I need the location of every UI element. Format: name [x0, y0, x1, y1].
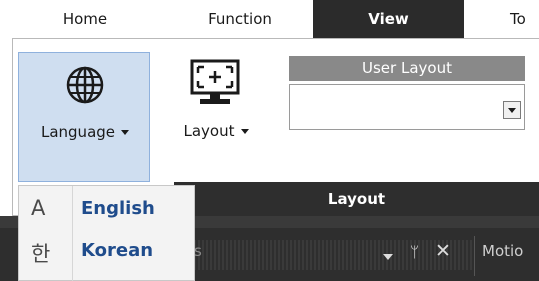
tab-home[interactable]: Home — [30, 0, 140, 38]
dock-panel-title: s — [194, 242, 202, 260]
chevron-down-icon — [121, 130, 130, 135]
tab-view[interactable]: View — [313, 0, 464, 38]
tab-function[interactable]: Function — [175, 0, 305, 38]
tab-tool[interactable]: To — [500, 0, 539, 38]
layout-group-label: Layout — [174, 182, 539, 216]
user-layout-header: User Layout — [289, 56, 525, 81]
tab-motion[interactable]: Motio — [482, 242, 523, 260]
monitor-layout-icon — [190, 59, 240, 104]
chevron-down-icon — [240, 129, 249, 134]
ribbon-tab-bar: Home Function View To — [0, 0, 539, 38]
menu-item-label: English — [81, 198, 155, 219]
english-letter-icon: A — [31, 196, 46, 220]
language-button[interactable]: Language — [18, 52, 150, 182]
language-menu: A English 한 Korean — [18, 185, 195, 281]
close-icon[interactable]: ✕ — [435, 240, 451, 262]
korean-letter-icon: 한 — [31, 242, 51, 266]
menu-item-korean[interactable]: 한 Korean — [19, 232, 195, 270]
layout-button-label: Layout — [166, 122, 266, 140]
menu-item-label: Korean — [81, 240, 154, 261]
layout-button[interactable]: Layout — [166, 52, 266, 162]
dock-dropdown-icon[interactable] — [383, 254, 393, 260]
language-label-text: Language — [40, 123, 116, 141]
dock-divider — [474, 236, 475, 276]
menu-item-english[interactable]: A English — [19, 190, 195, 228]
globe-icon — [66, 66, 104, 104]
layout-label-text: Layout — [183, 122, 235, 140]
dropdown-arrow-icon[interactable] — [503, 101, 521, 119]
user-layout-select[interactable] — [289, 84, 525, 130]
dock-titlebar[interactable] — [182, 240, 472, 270]
pin-icon[interactable]: ᛘ — [410, 243, 419, 261]
language-button-label: Language — [19, 123, 151, 141]
